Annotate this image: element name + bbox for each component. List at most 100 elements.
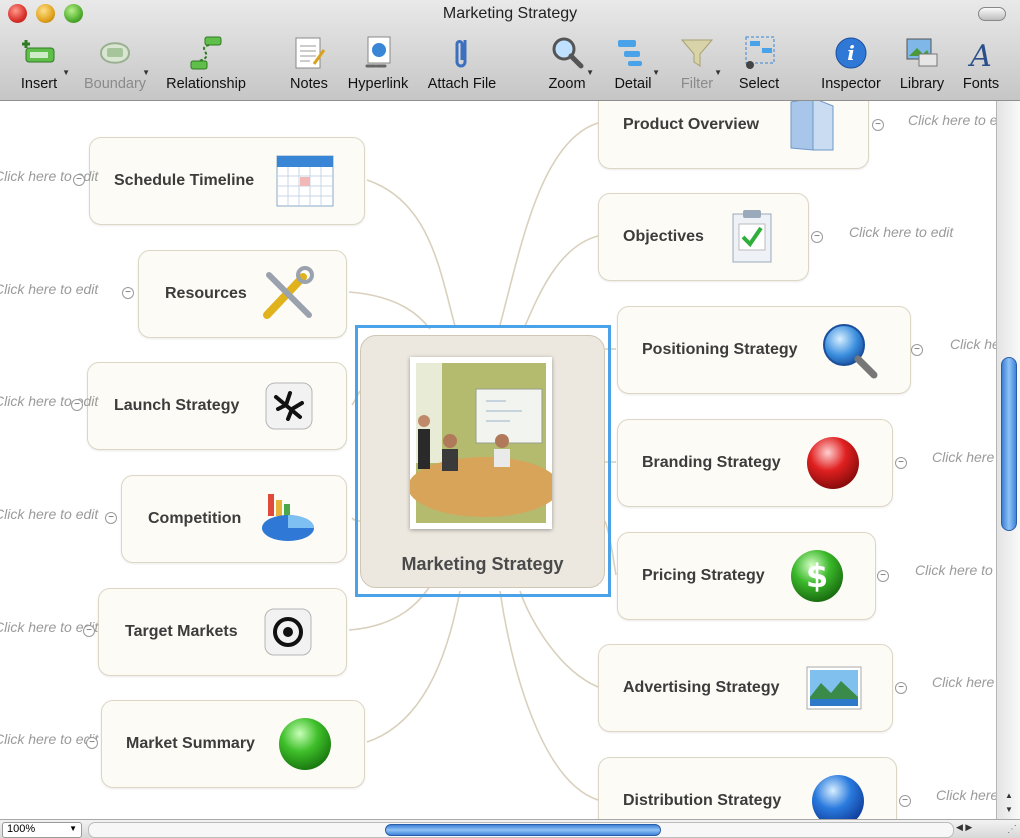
detail-button[interactable]: Detail ▼ — [608, 30, 660, 96]
topic-schedule-timeline[interactable]: Schedule Timeline — [89, 137, 365, 225]
svg-text:$: $ — [806, 557, 828, 595]
dollar-icon: $ — [791, 550, 843, 602]
topic-objectives[interactable]: Objectives — [598, 193, 809, 281]
svg-text:A: A — [967, 39, 992, 72]
select-button[interactable]: Select — [734, 30, 784, 96]
note-branding-strategy[interactable]: Click here to edit — [932, 449, 996, 465]
inspector-button[interactable]: i Inspector — [814, 30, 888, 96]
topic-market-summary[interactable]: Market Summary — [101, 700, 365, 788]
mindmap-canvas[interactable]: Schedule Timeline Click here to edit − R… — [0, 101, 996, 819]
collapse-toggle[interactable]: − — [895, 682, 907, 694]
note-pricing-strategy[interactable]: Click here to edit — [915, 562, 996, 578]
collapse-toggle[interactable]: − — [86, 737, 98, 749]
note-advertising-strategy[interactable]: Click here to edit — [932, 674, 996, 690]
library-button[interactable]: Library — [894, 30, 950, 96]
relationship-icon — [190, 36, 222, 70]
pie-chart-icon — [262, 494, 314, 541]
note-positioning-strategy[interactable]: Click here to edit — [950, 336, 996, 352]
select-topics-icon — [745, 36, 775, 69]
notes-button[interactable]: Notes — [284, 30, 334, 96]
hyperlink-button[interactable]: Hyperlink — [342, 30, 414, 96]
resize-grip-icon[interactable]: ⋰ — [1007, 824, 1017, 835]
collapse-toggle[interactable]: − — [895, 457, 907, 469]
landscape-photo-icon — [806, 666, 862, 710]
font-letter-icon: A — [967, 39, 992, 72]
collapse-toggle[interactable]: − — [73, 174, 85, 186]
insert-topic-icon — [22, 40, 55, 63]
calendar-icon — [276, 155, 334, 207]
topic-competition[interactable]: Competition — [121, 475, 347, 563]
vertical-scroll-thumb[interactable] — [1001, 357, 1017, 531]
info-icon: i — [835, 37, 867, 69]
note-objectives[interactable]: Click here to edit — [849, 224, 953, 240]
central-topic-title: Marketing Strategy — [401, 554, 564, 574]
topic-product-overview[interactable]: Product Overview — [598, 101, 869, 169]
note-distribution-strategy[interactable]: Click here to edit — [936, 787, 996, 803]
topic-distribution-strategy[interactable]: Distribution Strategy — [598, 757, 897, 819]
meeting-photo — [408, 357, 560, 529]
red-ball-icon — [807, 437, 859, 489]
horizontal-scroll-thumb[interactable] — [385, 824, 661, 836]
attach-file-button[interactable]: Attach File — [424, 30, 500, 96]
boundary-button[interactable]: Boundary ▼ — [82, 30, 150, 96]
title-toolbar: Marketing Strategy Insert ▼ Boundary ▼ R… — [0, 0, 1020, 101]
airplane-icon — [265, 382, 313, 430]
topic-branding-strategy[interactable]: Branding Strategy — [617, 419, 893, 507]
topic-pricing-strategy[interactable]: Pricing Strategy $ — [617, 532, 876, 620]
boundary-dropdown-icon[interactable]: ▼ — [142, 68, 150, 77]
fonts-button[interactable]: A Fonts — [956, 30, 1006, 96]
green-ball-icon — [279, 718, 331, 770]
collapse-toggle[interactable]: − — [911, 344, 923, 356]
collapse-toggle[interactable]: − — [899, 795, 911, 807]
zoom-dropdown-icon[interactable]: ▼ — [586, 68, 594, 77]
clipboard-check-icon — [732, 210, 772, 263]
svg-text:i: i — [847, 41, 855, 65]
filter-dropdown-icon[interactable]: ▼ — [714, 68, 722, 77]
hyperlink-icon — [365, 36, 391, 68]
collapse-toggle[interactable]: − — [877, 570, 889, 582]
folder-icon — [790, 101, 834, 151]
zoom-level-select[interactable]: 100% ▼ — [2, 822, 82, 838]
collapse-toggle[interactable]: − — [872, 119, 884, 131]
blue-ball-icon — [812, 775, 864, 819]
horizontal-scrollbar[interactable] — [88, 822, 954, 838]
note-product-overview[interactable]: Click here to edit — [908, 112, 996, 128]
topic-advertising-strategy[interactable]: Advertising Strategy — [598, 644, 893, 732]
collapse-toggle[interactable]: − — [83, 625, 95, 637]
paperclip-icon — [455, 40, 467, 68]
central-topic[interactable]: Marketing Strategy — [360, 335, 605, 588]
image-library-icon — [906, 38, 938, 67]
toolbar-toggle-button[interactable] — [978, 7, 1006, 21]
funnel-icon — [680, 39, 714, 67]
scroll-arrows[interactable]: ▲ ▼ — [997, 789, 1020, 819]
insert-button[interactable]: Insert ▼ — [10, 30, 70, 96]
notes-icon — [295, 37, 326, 69]
horizontal-scroll-arrows[interactable]: ◀ ▶ — [956, 822, 972, 833]
magnifier-icon — [823, 324, 878, 379]
note-market-summary[interactable]: Click here to edit — [0, 731, 98, 747]
collapse-toggle[interactable]: − — [71, 399, 83, 411]
detail-levels-icon — [618, 40, 642, 66]
insert-dropdown-icon[interactable]: ▼ — [62, 68, 70, 77]
note-resources[interactable]: Click here to edit — [0, 281, 98, 297]
relationship-button[interactable]: Relationship — [160, 30, 252, 96]
topic-launch-strategy[interactable]: Launch Strategy — [87, 362, 347, 450]
target-icon — [264, 608, 312, 656]
detail-dropdown-icon[interactable]: ▼ — [652, 68, 660, 77]
topic-positioning-strategy[interactable]: Positioning Strategy — [617, 306, 911, 394]
chevron-down-icon: ▼ — [69, 824, 77, 833]
collapse-toggle[interactable]: − — [122, 287, 134, 299]
note-launch-strategy[interactable]: Click here to edit — [0, 393, 98, 409]
topic-target-markets[interactable]: Target Markets — [98, 588, 347, 676]
collapse-toggle[interactable]: − — [105, 512, 117, 524]
vertical-scrollbar[interactable]: ▲ ▼ — [996, 101, 1020, 819]
status-bar: 100% ▼ ◀ ▶ ⋰ — [0, 819, 1020, 838]
note-competition[interactable]: Click here to edit — [0, 506, 98, 522]
zoom-button[interactable]: Zoom ▼ — [542, 30, 594, 96]
collapse-toggle[interactable]: − — [811, 231, 823, 243]
topic-resources[interactable]: Resources — [138, 250, 347, 338]
mindmap-window: Marketing Strategy Insert ▼ Boundary ▼ R… — [0, 0, 1020, 838]
tools-icon — [263, 266, 314, 319]
boundary-icon — [99, 42, 131, 64]
filter-button[interactable]: Filter ▼ — [674, 30, 722, 96]
